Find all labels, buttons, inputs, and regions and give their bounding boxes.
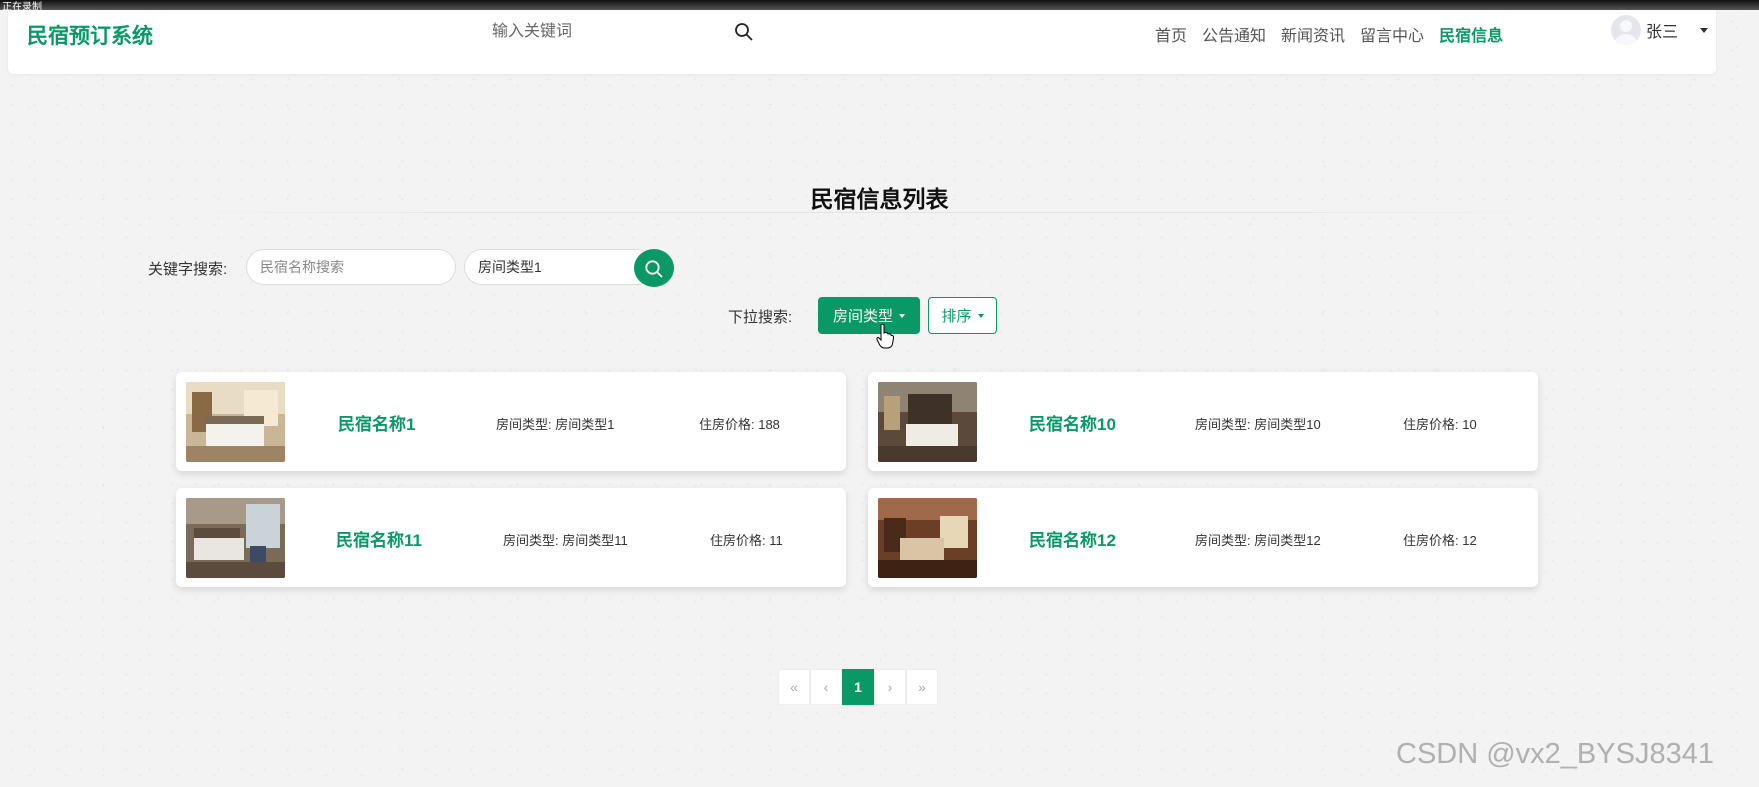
- user-menu[interactable]: 张三: [1611, 15, 1709, 45]
- page-first-button[interactable]: «: [778, 669, 810, 705]
- nav-homestay-info[interactable]: 民宿信息: [1439, 22, 1503, 46]
- watermark: CSDN @vx2_BYSJ8341: [1396, 738, 1714, 770]
- room-photo[interactable]: [878, 382, 977, 462]
- username[interactable]: 张三: [1646, 18, 1678, 42]
- name-search-input[interactable]: [246, 249, 456, 285]
- nav-messages[interactable]: 留言中心: [1360, 22, 1424, 46]
- screen-recorder-strip: 正在录制: [0, 0, 1759, 13]
- avatar[interactable]: [1611, 15, 1641, 45]
- header-search-input[interactable]: [492, 20, 712, 44]
- top-navbar: 民宿预订系统 首页 公告通知 新闻资讯 留言中心 民宿信息 张三: [8, 0, 1716, 74]
- room-photo[interactable]: [186, 382, 285, 462]
- page-next-button[interactable]: ›: [874, 669, 906, 705]
- keyword-search-label: 关键字搜索:: [148, 261, 228, 278]
- room-price: 住房价格: 188: [699, 417, 780, 432]
- room-photo[interactable]: [186, 498, 285, 578]
- recording-label: 正在录制: [2, 2, 42, 13]
- caret-down-icon: [977, 313, 984, 318]
- homestay-card[interactable]: 民宿名称12 房间类型: 房间类型12 住房价格: 12: [868, 488, 1538, 587]
- homestay-name[interactable]: 民宿名称11: [336, 526, 422, 551]
- nav-home[interactable]: 首页: [1155, 22, 1187, 46]
- room-price: 住房价格: 11: [710, 533, 783, 548]
- caret-down-icon: [899, 313, 905, 318]
- nav-announcements[interactable]: 公告通知: [1202, 22, 1266, 46]
- page-prev-button[interactable]: ‹: [810, 669, 842, 705]
- hand-cursor-icon: [876, 323, 894, 349]
- homestay-name[interactable]: 民宿名称10: [1029, 410, 1116, 435]
- nav-news[interactable]: 新闻资讯: [1281, 22, 1345, 46]
- main-nav: 首页 公告通知 新闻资讯 留言中心 民宿信息: [1155, 22, 1503, 46]
- room-price: 住房价格: 12: [1403, 533, 1477, 548]
- chevron-down-icon[interactable]: [1700, 27, 1709, 33]
- search-button[interactable]: [634, 249, 674, 287]
- page-title: 民宿信息列表: [810, 186, 949, 212]
- pagination: « ‹ 1 › »: [778, 669, 938, 705]
- room-type: 房间类型: 房间类型11: [503, 533, 628, 548]
- header-search: [492, 20, 754, 46]
- roomtype-search-input[interactable]: [464, 249, 654, 285]
- homestay-card[interactable]: 民宿名称10 房间类型: 房间类型10 住房价格: 10: [868, 372, 1538, 471]
- sort-dropdown-button[interactable]: 排序: [928, 297, 997, 334]
- search-icon[interactable]: [734, 22, 754, 42]
- roomtype-dropdown-button[interactable]: 房间类型: [818, 297, 920, 334]
- room-photo[interactable]: [878, 498, 977, 578]
- sort-dropdown-label: 排序: [941, 308, 972, 325]
- homestay-name[interactable]: 民宿名称1: [338, 410, 415, 435]
- search-icon: [645, 260, 663, 278]
- room-price: 住房价格: 10: [1403, 417, 1477, 432]
- dropdown-search-label: 下拉搜索:: [728, 309, 793, 326]
- page-last-button[interactable]: »: [906, 669, 938, 705]
- page-current-button[interactable]: 1: [842, 669, 874, 705]
- homestay-card[interactable]: 民宿名称1 房间类型: 房间类型1 住房价格: 188: [176, 372, 846, 471]
- room-type: 房间类型: 房间类型12: [1195, 533, 1321, 548]
- room-type: 房间类型: 房间类型10: [1195, 417, 1321, 432]
- site-brand[interactable]: 民宿预订系统: [27, 20, 153, 50]
- homestay-name[interactable]: 民宿名称12: [1029, 526, 1116, 551]
- homestay-card[interactable]: 民宿名称11 房间类型: 房间类型11 住房价格: 11: [176, 488, 846, 587]
- room-type: 房间类型: 房间类型1: [496, 417, 615, 432]
